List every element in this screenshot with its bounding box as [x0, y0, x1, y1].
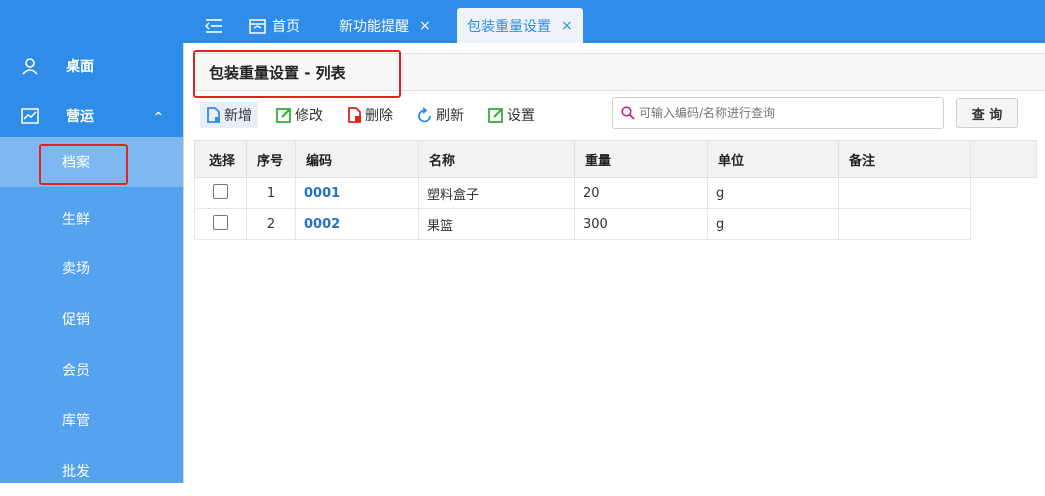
remark-cell: [838, 208, 971, 240]
code-link[interactable]: 0001: [295, 177, 419, 209]
delete-icon: [348, 107, 361, 123]
row-select-cell[interactable]: [194, 177, 247, 209]
unit-cell: g: [707, 177, 839, 209]
search-input[interactable]: [639, 106, 929, 120]
sidebar-item-label: 桌面: [66, 59, 94, 75]
refresh-button[interactable]: 刷新: [417, 102, 464, 128]
weight-cell: 300: [574, 208, 708, 240]
settings-button[interactable]: 设置: [488, 102, 535, 128]
submenu-item-promotion[interactable]: 促销: [0, 294, 183, 344]
refresh-label: 刷新: [436, 108, 464, 124]
chevron-up-icon[interactable]: ^: [154, 110, 163, 123]
column-header[interactable]: 名称: [418, 140, 575, 178]
page-header: 包装重量设置 - 列表: [194, 53, 1045, 91]
column-header[interactable]: 备注: [838, 140, 971, 178]
user-icon: [20, 56, 40, 76]
column-header[interactable]: 编码: [295, 140, 419, 178]
submenu-item-archive[interactable]: 档案: [0, 137, 183, 187]
edit-icon: [276, 108, 291, 123]
column-header[interactable]: 序号: [246, 140, 296, 178]
chart-icon: [20, 106, 40, 126]
sidebar-item-desktop[interactable]: 桌面: [0, 42, 183, 90]
sidebar-item-operations[interactable]: 营运 ^: [0, 92, 183, 140]
name-cell: 果篮: [418, 208, 575, 240]
tab-label: 新功能提醒: [339, 18, 409, 35]
search-box[interactable]: [612, 97, 944, 129]
name-cell: 塑料盒子: [418, 177, 575, 209]
column-header[interactable]: 单位: [707, 140, 839, 178]
settings-icon: [488, 108, 503, 123]
main-content: 包装重量设置 - 列表 新增 修改 删除 刷新 设置 查 询: [183, 43, 1045, 483]
table-row[interactable]: 2 0002 果篮 300 g: [194, 208, 1037, 240]
sidebar: 桌面 营运 ^ 档案 生鲜 卖场 促销 会员 库管 批发: [0, 0, 183, 483]
submenu-item-wholesale[interactable]: 批发: [0, 446, 183, 496]
seq-cell: 2: [246, 208, 296, 240]
top-tab-bar: 首页 新功能提醒 × 包装重量设置 ×: [183, 0, 1045, 43]
weight-cell: 20: [574, 177, 708, 209]
row-select-cell[interactable]: [194, 208, 247, 240]
table-row[interactable]: 1 0001 塑料盒子 20 g: [194, 177, 1037, 209]
tab-packaging-weight[interactable]: 包装重量设置 ×: [457, 8, 583, 43]
tab-label: 包装重量设置: [467, 18, 551, 35]
submenu-item-store[interactable]: 卖场: [0, 243, 183, 293]
code-link[interactable]: 0002: [295, 208, 419, 240]
sidebar-toggle-icon[interactable]: [205, 8, 223, 43]
tab-home[interactable]: 首页: [249, 8, 300, 43]
row-checkbox[interactable]: [213, 183, 228, 199]
refresh-icon: [418, 107, 431, 123]
submenu-item-member[interactable]: 会员: [0, 345, 183, 395]
row-filler: [971, 209, 1037, 240]
unit-cell: g: [707, 208, 839, 240]
add-label: 新增: [224, 108, 252, 124]
add-icon: [207, 107, 220, 123]
sidebar-item-label: 营运: [66, 109, 94, 125]
remark-cell: [838, 177, 971, 209]
table-header-row: 选择 序号 编码 名称 重量 单位 备注: [194, 140, 1037, 178]
tab-new-features[interactable]: 新功能提醒 ×: [339, 8, 431, 43]
close-icon[interactable]: ×: [561, 18, 573, 34]
edit-label: 修改: [295, 108, 323, 124]
settings-label: 设置: [507, 108, 535, 124]
submenu-item-fresh[interactable]: 生鲜: [0, 194, 183, 244]
edit-button[interactable]: 修改: [276, 102, 323, 128]
column-header[interactable]: 选择: [194, 140, 247, 178]
data-table: 选择 序号 编码 名称 重量 单位 备注 1 0001 塑料盒子 20 g 2 …: [194, 140, 1037, 240]
delete-label: 删除: [365, 108, 393, 124]
toolbar: 新增 修改 删除 刷新 设置: [200, 101, 559, 129]
row-checkbox[interactable]: [213, 214, 228, 230]
home-icon: [249, 18, 266, 34]
column-header[interactable]: 重量: [574, 140, 708, 178]
delete-button[interactable]: 删除: [347, 102, 393, 128]
query-button[interactable]: 查 询: [956, 98, 1018, 128]
submenu-item-inventory[interactable]: 库管: [0, 395, 183, 445]
submenu: 档案 生鲜 卖场 促销 会员 库管 批发: [0, 137, 183, 483]
close-icon[interactable]: ×: [419, 18, 431, 34]
seq-cell: 1: [246, 177, 296, 209]
row-filler: [971, 178, 1037, 209]
search-icon: [621, 106, 635, 120]
column-header-filler: [970, 140, 1037, 178]
tab-label: 首页: [272, 18, 300, 35]
add-button[interactable]: 新增: [200, 102, 258, 128]
page-title: 包装重量设置 - 列表: [209, 64, 346, 82]
